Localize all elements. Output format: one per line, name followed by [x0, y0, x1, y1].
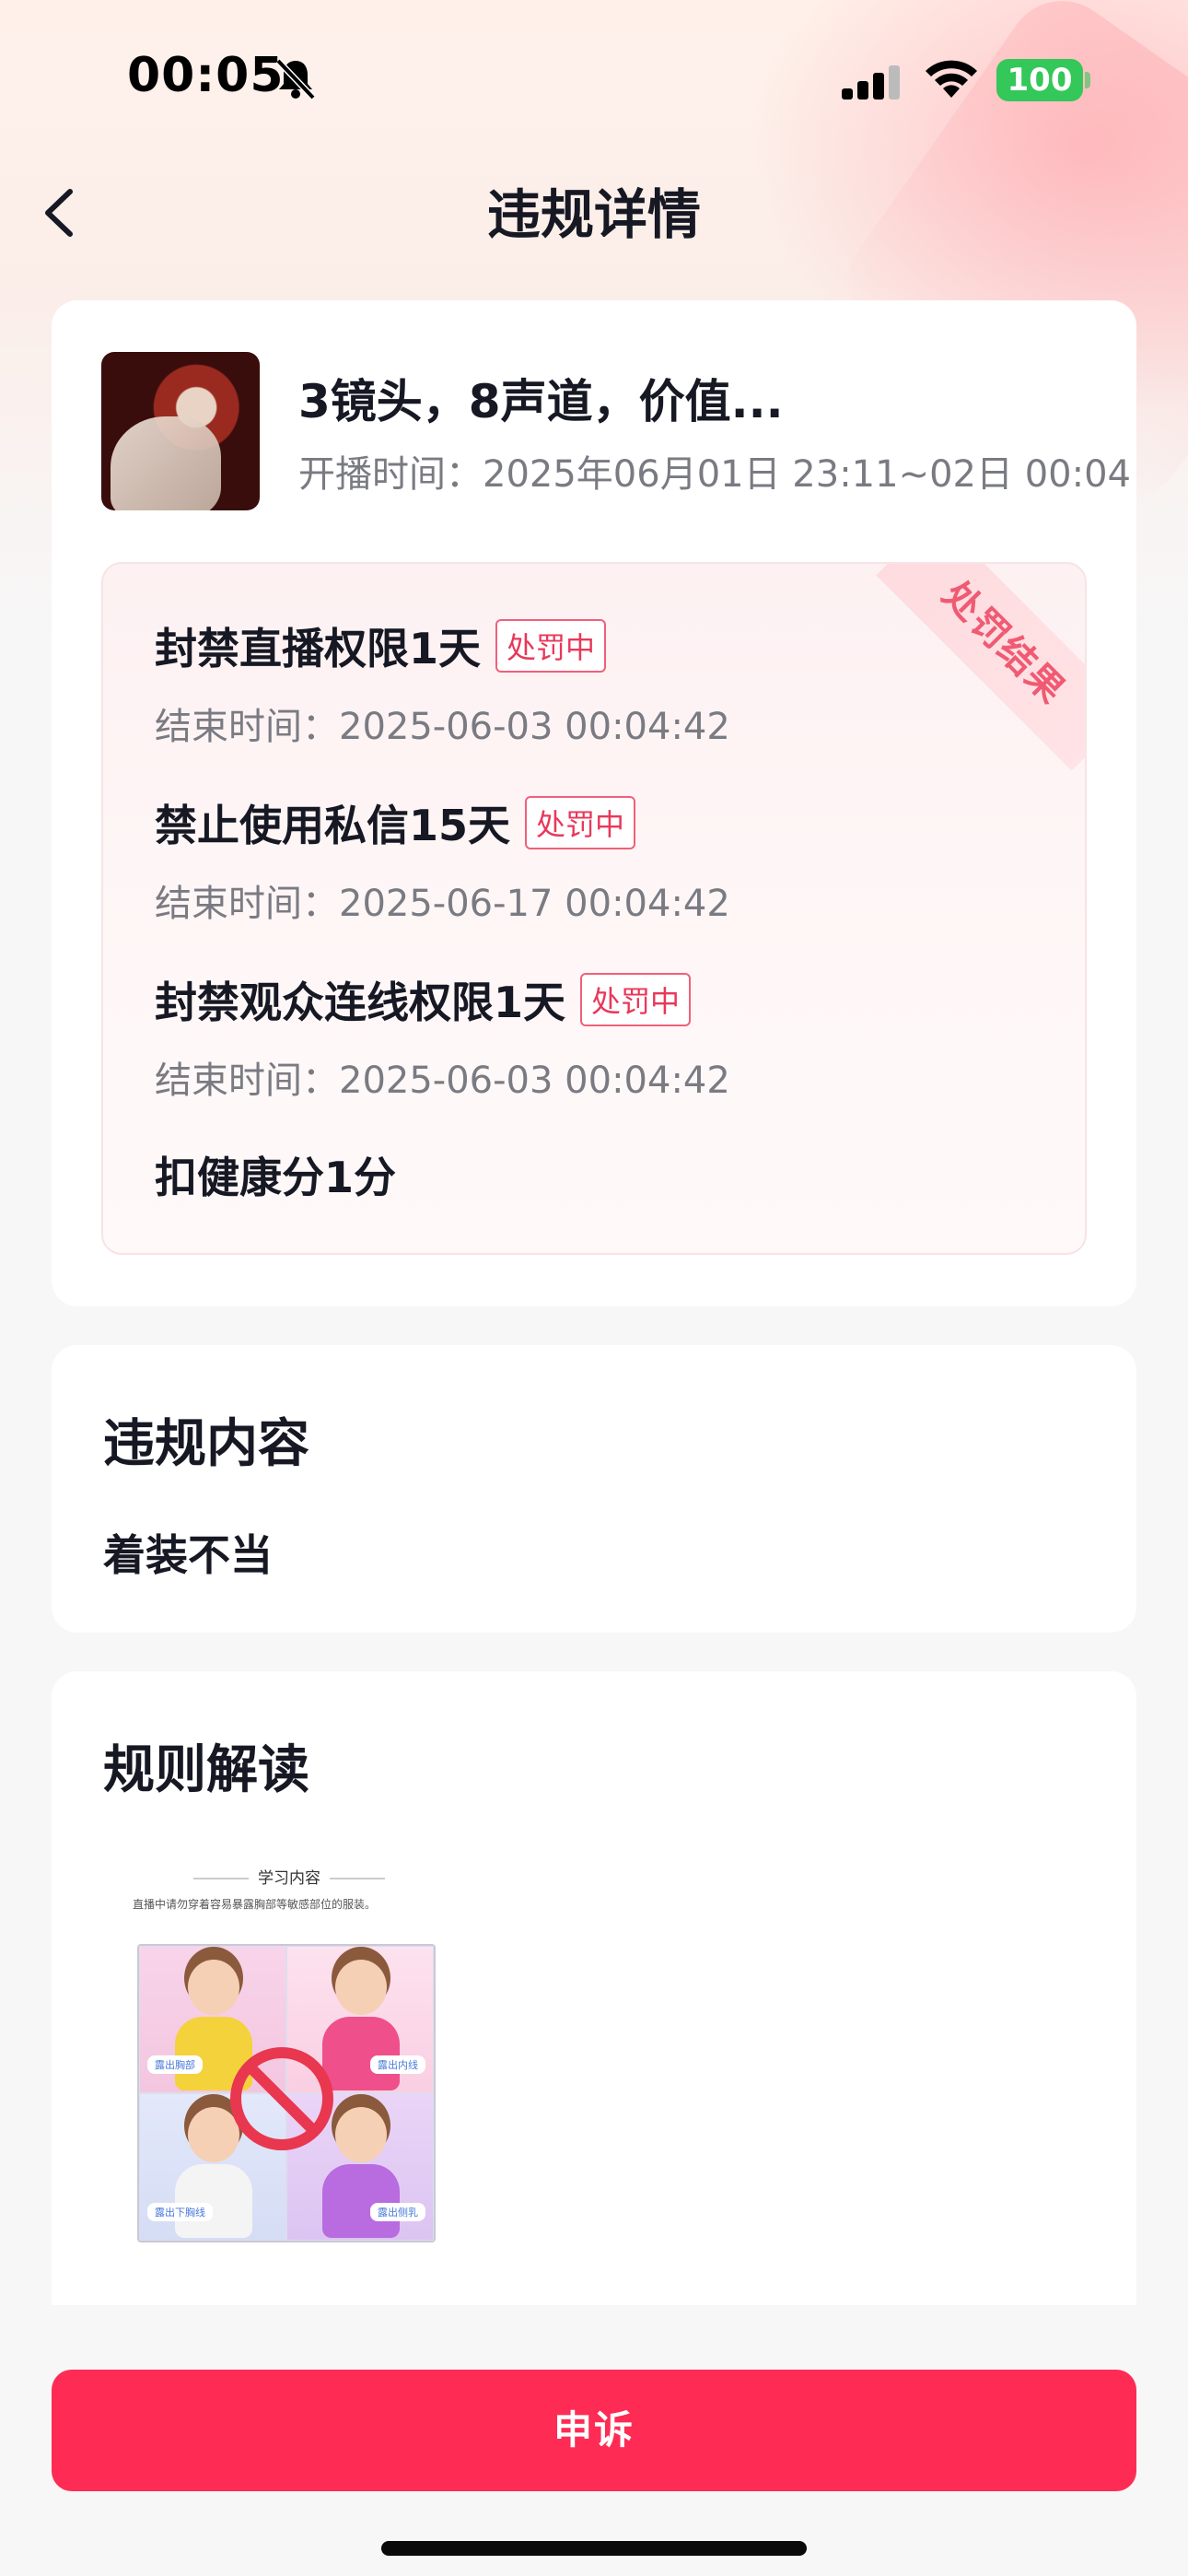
bell-slash-icon [275, 58, 316, 100]
status-bar: 00:05 100 [0, 0, 1188, 157]
penalty-status-badge: 处罚中 [525, 796, 636, 849]
figure-body [322, 2017, 400, 2090]
figure-head [188, 2107, 239, 2162]
penalty-end-time: 结束时间：2025-06-17 00:04:42 [155, 883, 730, 925]
violation-content-text: 着装不当 [103, 1530, 273, 1580]
battery-cap [1085, 72, 1090, 88]
cellular-signal-icon [842, 65, 900, 100]
figure-body [322, 2164, 400, 2238]
violation-content-card: 违规内容 着装不当 [52, 1345, 1136, 1633]
penalty-result-ribbon: 处罚结果 [876, 564, 1085, 771]
rule-image-description: 直播中请勿穿着容易暴露胸部等敏感部位的服装。 [133, 1898, 377, 1911]
rule-cell-label: 露出下胸线 [147, 2203, 213, 2221]
battery-indicator: 100 [996, 59, 1083, 101]
live-title: 3镜头，8声道，价值... [298, 375, 784, 428]
figure-body [175, 2164, 252, 2238]
wifi-icon [926, 60, 977, 98]
penalty-result-box: 处罚结果 封禁直播权限1天 处罚中 结束时间：2025-06-03 00:04:4… [101, 562, 1087, 1255]
rule-cell-label: 露出侧乳 [370, 2203, 425, 2221]
penalty-card: 3镜头，8声道，价值... 开播时间：2025年06月01日 23:11~02日… [52, 300, 1136, 1306]
status-time: 00:05 [127, 48, 285, 103]
penalty-name: 封禁直播权限1天 [155, 624, 482, 673]
penalty-item: 封禁直播权限1天 处罚中 结束时间：2025-06-03 00:04:42 [155, 615, 730, 750]
figure-head [335, 1960, 387, 2015]
penalty-status-badge: 处罚中 [580, 973, 692, 1026]
rule-illustration[interactable]: 学习内容 直播中请勿穿着容易暴露胸部等敏感部位的服装。 露出胸部 露出内线 露出… [133, 1865, 446, 2252]
penalty-status-badge: 处罚中 [495, 619, 607, 673]
figure-head [335, 2107, 387, 2162]
rule-image-heading: 学习内容 [133, 1865, 446, 1888]
page-title: 违规详情 [486, 183, 701, 246]
rule-cell-label: 露出内线 [370, 2055, 425, 2074]
penalty-item: 禁止使用私信15天 处罚中 结束时间：2025-06-17 00:04:42 [155, 792, 730, 927]
penalty-name: 封禁观众连线权限1天 [155, 978, 566, 1027]
violation-content-title: 违规内容 [103, 1414, 309, 1474]
penalty-end-time: 结束时间：2025-06-03 00:04:42 [155, 1060, 730, 1102]
penalty-name: 禁止使用私信15天 [155, 801, 511, 850]
prohibited-icon [230, 2047, 333, 2150]
live-time: 开播时间：2025年06月01日 23:11~02日 00:04 [298, 453, 1131, 496]
health-score-deduction: 扣健康分1分 [155, 1153, 397, 1202]
rules-card: 规则解读 学习内容 直播中请勿穿着容易暴露胸部等敏感部位的服装。 露出胸部 露出… [52, 1671, 1136, 2316]
penalty-end-time: 结束时间：2025-06-03 00:04:42 [155, 706, 730, 748]
rule-cell-label: 露出胸部 [147, 2055, 203, 2074]
home-indicator [381, 2541, 807, 2556]
appeal-button[interactable]: 申诉 [52, 2370, 1136, 2491]
figure-head [188, 1960, 239, 2015]
live-cover-image [101, 352, 260, 510]
rules-title: 规则解读 [103, 1740, 309, 1800]
penalty-item: 封禁观众连线权限1天 处罚中 结束时间：2025-06-03 00:04:42 [155, 969, 730, 1104]
